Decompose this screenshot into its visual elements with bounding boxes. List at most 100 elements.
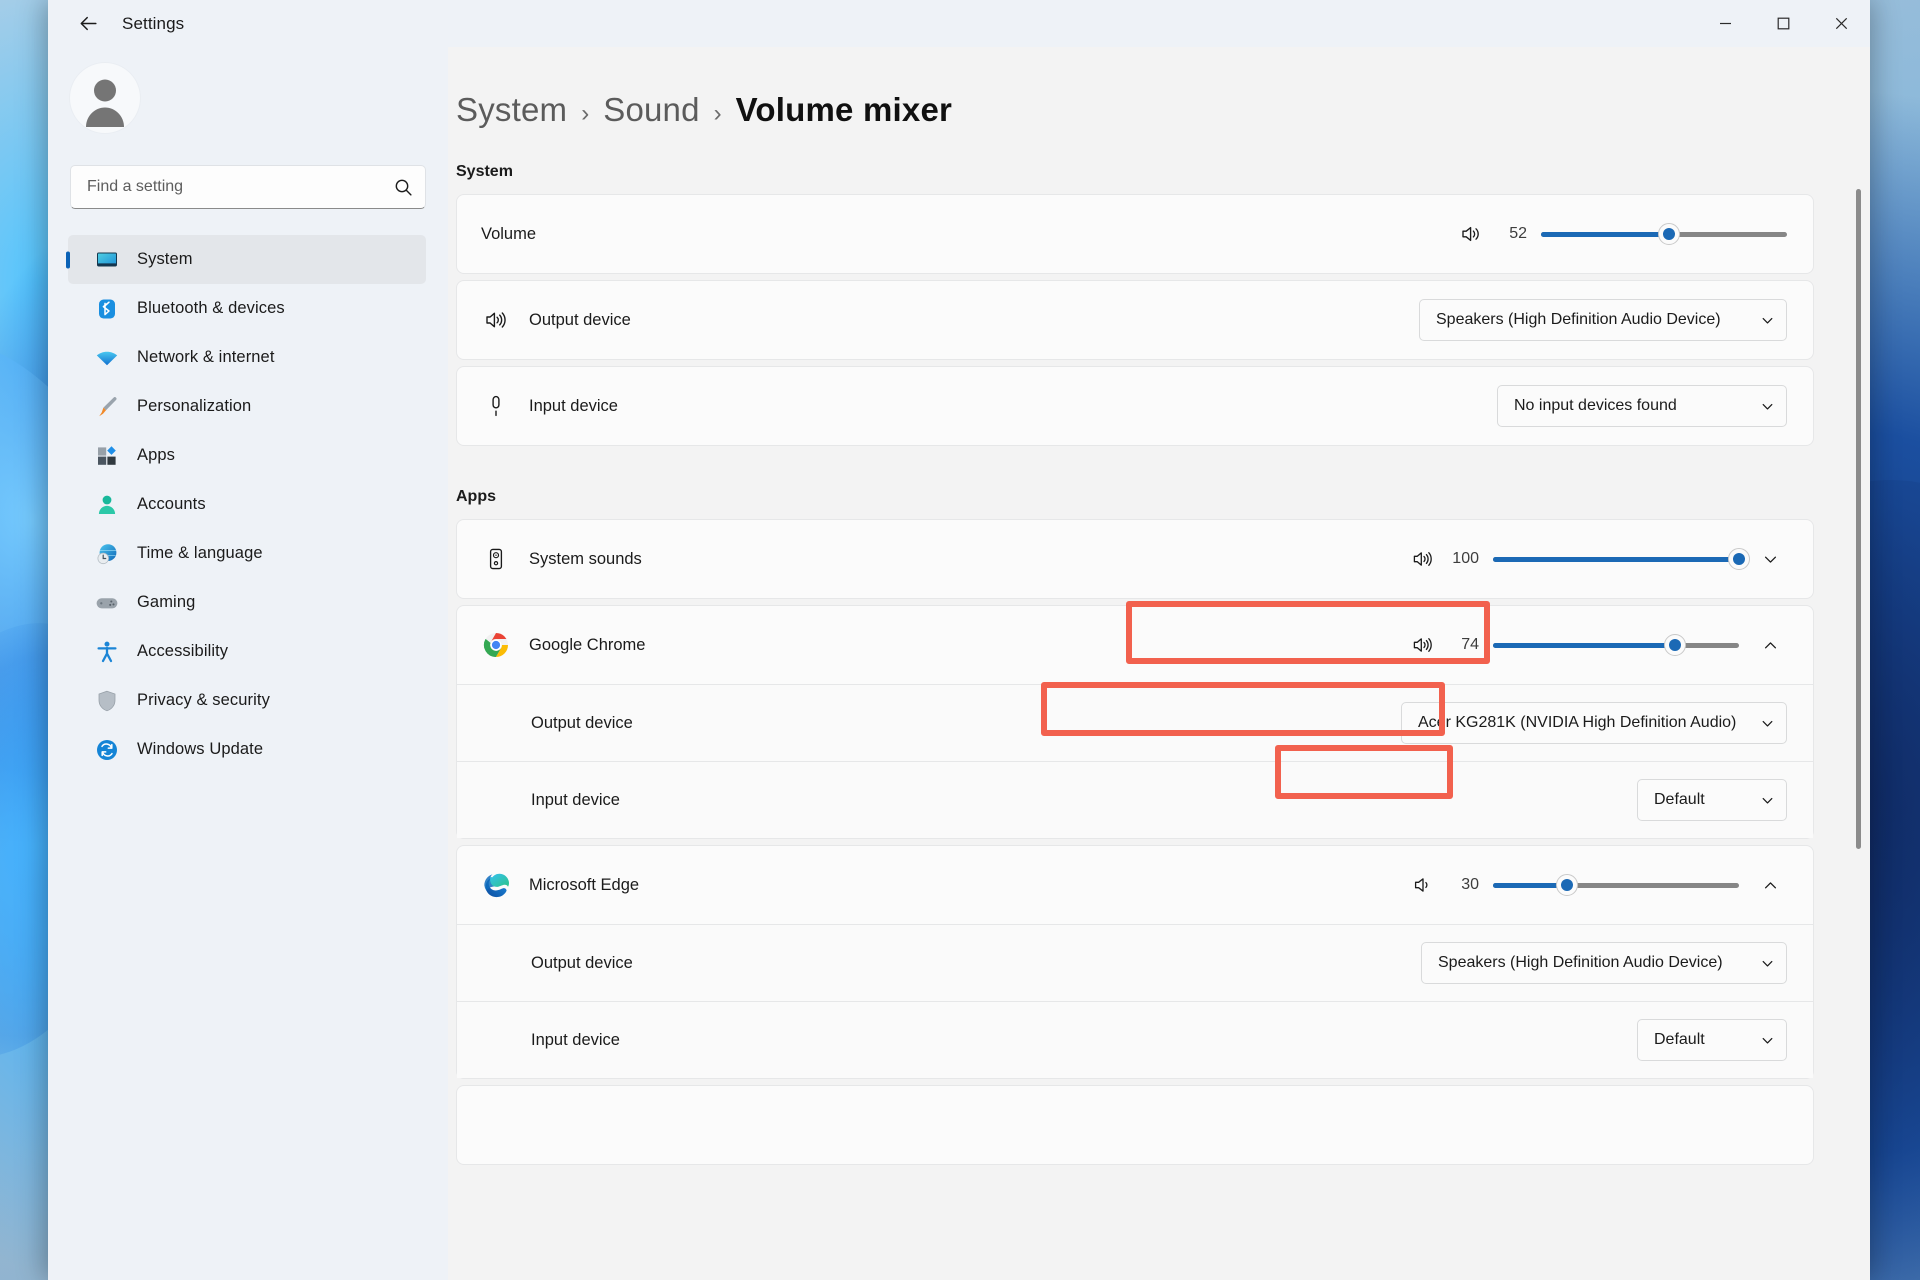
shield-icon: [94, 688, 120, 714]
row-label-input-device: Input device: [529, 396, 618, 415]
row-chrome-output-device: Output device Acer KG281K (NVIDIA High D…: [457, 685, 1813, 761]
slider-fill: [1493, 556, 1739, 562]
accessibility-icon: [94, 639, 120, 665]
clock-globe-icon: [94, 541, 120, 567]
app-name: System sounds: [529, 549, 642, 568]
section-label-apps: Apps: [456, 488, 496, 505]
breadcrumb-link-sound[interactable]: Sound: [603, 91, 699, 129]
card-system-volume: Volume 52: [456, 194, 1814, 274]
wifi-icon: [94, 345, 120, 371]
sidebar-nav: System Bluetooth & devices Network & int…: [48, 235, 448, 774]
sidebar-item-accounts[interactable]: Accounts: [68, 480, 426, 529]
search-icon[interactable]: [394, 178, 413, 197]
search-input[interactable]: [87, 178, 394, 196]
app-volume-slider[interactable]: [1493, 632, 1739, 658]
row-edge-output-device: Output device Speakers (High Definition …: [457, 925, 1813, 1001]
title-bar: Settings: [48, 0, 1870, 47]
sidebar: System Bluetooth & devices: [48, 47, 448, 1280]
expand-system-sounds-button[interactable]: [1753, 542, 1787, 576]
sidebar-item-network-internet[interactable]: Network & internet: [68, 333, 426, 382]
section-label-system: System: [456, 163, 513, 180]
collapse-microsoft-edge-button[interactable]: [1753, 868, 1787, 902]
sidebar-item-personalization[interactable]: Personalization: [68, 382, 426, 431]
content-pane: System › Sound › Volume mixer System Vol…: [448, 47, 1870, 1280]
volume-slider[interactable]: [1541, 221, 1787, 247]
avatar[interactable]: [70, 63, 140, 133]
combobox-value: Default: [1654, 1031, 1705, 1048]
sidebar-item-label: System: [137, 250, 193, 268]
speaker-quiet-icon[interactable]: [1412, 874, 1434, 896]
chrome-input-device-combobox[interactable]: Default: [1637, 779, 1787, 821]
speaker-loud-icon[interactable]: [1412, 548, 1434, 570]
card-app-next-partial: [456, 1085, 1814, 1165]
slider-fill: [1493, 642, 1676, 648]
slider-thumb[interactable]: [1555, 874, 1578, 896]
row-output-device: Output device Speakers (High Definition …: [457, 281, 1813, 359]
chrome-output-device-combobox[interactable]: Acer KG281K (NVIDIA High Definition Audi…: [1401, 702, 1787, 744]
row-label-output-device: Output device: [531, 953, 633, 972]
chevron-down-icon: [1760, 956, 1775, 971]
microphone-icon: [481, 394, 511, 418]
sidebar-item-gaming[interactable]: Gaming: [68, 578, 426, 627]
app-name: Microsoft Edge: [529, 875, 640, 894]
app-volume-slider[interactable]: [1493, 546, 1750, 572]
collapse-google-chrome-button[interactable]: [1753, 628, 1787, 662]
combobox-value: Default: [1654, 791, 1705, 808]
chevron-up-icon: [1764, 641, 1776, 648]
chevron-down-icon: [1764, 556, 1776, 563]
card-app-google-chrome: Google Chrome 74: [456, 605, 1814, 684]
card-chrome-output-device: Output device Acer KG281K (NVIDIA High D…: [456, 684, 1814, 761]
minimize-button[interactable]: [1696, 0, 1754, 47]
speaker-loud-icon[interactable]: [1412, 634, 1434, 656]
app-volume-value: 30: [1461, 876, 1479, 893]
slider-thumb[interactable]: [1657, 223, 1680, 245]
content-scrollbar[interactable]: [1856, 189, 1861, 1280]
sidebar-item-apps[interactable]: Apps: [68, 431, 426, 480]
app-volume-slider[interactable]: [1493, 872, 1739, 898]
app-volume-slider-group: 30: [1412, 868, 1787, 902]
system-sounds-icon: [481, 547, 511, 571]
sidebar-item-windows-update[interactable]: Windows Update: [68, 725, 426, 774]
chrome-icon: [481, 632, 511, 658]
update-icon: [94, 737, 120, 763]
sidebar-item-label: Windows Update: [137, 740, 264, 758]
chevron-down-icon: [1760, 716, 1775, 731]
slider-thumb[interactable]: [1664, 634, 1687, 656]
page-title: Volume mixer: [735, 91, 953, 128]
close-icon: [1835, 17, 1847, 30]
system-input-device-combobox[interactable]: No input devices found: [1497, 385, 1787, 427]
edge-input-device-combobox[interactable]: Default: [1637, 1019, 1787, 1061]
combobox-value: Speakers (High Definition Audio Device): [1436, 311, 1721, 328]
account-area[interactable]: [48, 47, 448, 133]
monitor-icon: [94, 247, 120, 273]
user-avatar-icon: [86, 79, 124, 127]
close-button[interactable]: [1812, 0, 1870, 47]
sidebar-item-time-language[interactable]: Time & language: [68, 529, 426, 578]
sidebar-item-accessibility[interactable]: Accessibility: [68, 627, 426, 676]
card-edge-input-device: Input device Default: [456, 1001, 1814, 1079]
person-icon: [94, 492, 120, 518]
card-edge-output-device: Output device Speakers (High Definition …: [456, 924, 1814, 1001]
breadcrumb-separator: ›: [581, 100, 590, 127]
row-app-google-chrome: Google Chrome 74: [457, 606, 1813, 684]
volume-value: 52: [1509, 225, 1527, 242]
chevron-down-icon: [1760, 793, 1775, 808]
arrow-left-icon: [80, 16, 97, 31]
system-output-device-combobox[interactable]: Speakers (High Definition Audio Device): [1419, 299, 1787, 341]
search-box[interactable]: [70, 165, 426, 209]
sidebar-item-bluetooth-devices[interactable]: Bluetooth & devices: [68, 284, 426, 333]
slider-thumb[interactable]: [1728, 548, 1750, 570]
scrollbar-thumb[interactable]: [1856, 189, 1861, 849]
app-name: Google Chrome: [529, 635, 646, 654]
back-button[interactable]: [68, 8, 108, 40]
maximize-button[interactable]: [1754, 0, 1812, 47]
maximize-icon: [1777, 17, 1789, 30]
chevron-down-icon: [1760, 1033, 1775, 1048]
speaker-medium-icon[interactable]: [1460, 223, 1482, 245]
edge-output-device-combobox[interactable]: Speakers (High Definition Audio Device): [1421, 942, 1787, 984]
sidebar-item-system[interactable]: System: [68, 235, 426, 284]
row-label-output-device: Output device: [529, 310, 631, 329]
row-volume: Volume 52: [457, 195, 1813, 273]
sidebar-item-privacy-security[interactable]: Privacy & security: [68, 676, 426, 725]
breadcrumb-link-system[interactable]: System: [456, 91, 567, 129]
